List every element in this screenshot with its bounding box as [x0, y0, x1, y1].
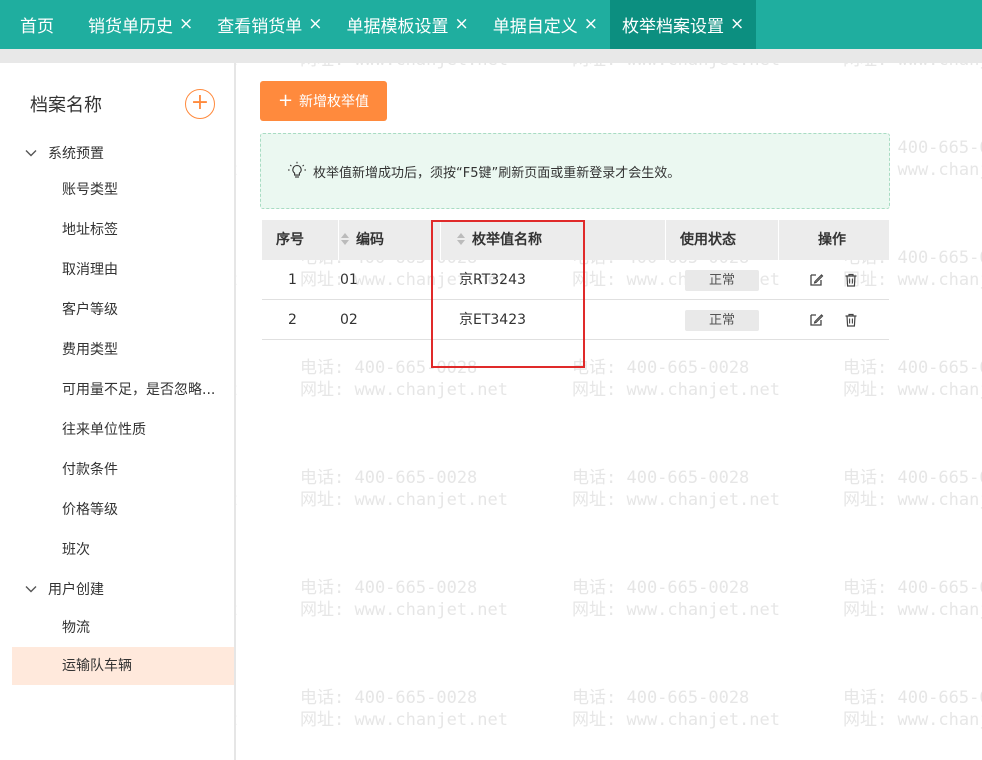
sidebar-item-customer-level[interactable]: 客户等级 [12, 291, 234, 329]
watermark-phone: 电话: 400-665-0028 [572, 358, 750, 378]
sort-icon[interactable] [340, 232, 350, 246]
watermark-site: 网址: www.chanjet.net [843, 490, 982, 510]
edit-icon[interactable] [808, 312, 824, 328]
watermark-site: 网址: www.chanjet.net [572, 490, 780, 510]
info-notice: 枚举值新增成功后，须按“F5键”刷新页面或重新登录才会生效。 [260, 133, 890, 209]
sidebar-item-address-tag[interactable]: 地址标签 [12, 211, 234, 249]
watermark-phone: 电话: 400-665-0028 [843, 358, 982, 378]
tab-label: 单据自定义 [492, 17, 578, 37]
status-badge: 正常 [685, 310, 759, 331]
sidebar-item-cancel-reason[interactable]: 取消理由 [12, 251, 234, 289]
close-icon[interactable]: × [584, 16, 598, 33]
sidebar-item-logistics[interactable]: 物流 [12, 609, 234, 647]
watermark-site: 网址: www.chanjet.net [843, 710, 982, 730]
tab-template-settings[interactable]: 单据模板设置 × [335, 0, 481, 49]
delete-icon[interactable] [843, 272, 859, 288]
tab-view-sales-order[interactable]: 查看销货单 × [205, 0, 334, 49]
cell-code: 01 [340, 272, 358, 288]
tab-enum-archive-settings[interactable]: 枚举档案设置 × [610, 0, 757, 49]
sidebar-item-account-type[interactable]: 账号类型 [12, 171, 234, 209]
tab-bar-shadow [0, 49, 982, 63]
group-label: 用户创建 [48, 582, 104, 598]
archive-sidebar: 档案名称 + 系统预置 账号类型 地址标签 取消理由 客户等级 费用类型 可用量… [12, 63, 234, 760]
sidebar-item-payment-terms[interactable]: 付款条件 [12, 451, 234, 489]
watermark-phone: 电话: 400-665-0028 [843, 578, 982, 598]
add-archive-button[interactable]: + [185, 89, 215, 119]
tab-document-custom[interactable]: 单据自定义 × [481, 0, 610, 49]
cell-index: 2 [288, 312, 297, 328]
notice-text: 枚举值新增成功后，须按“F5键”刷新页面或重新登录才会生效。 [313, 165, 681, 181]
group-system-preset[interactable]: 系统预置 [24, 143, 104, 163]
watermark-site: 网址: www.chanjet.net [300, 380, 508, 400]
col-code[interactable]: 编码 [340, 220, 384, 260]
lightbulb-icon [288, 161, 306, 178]
column-divider [778, 220, 779, 260]
add-enum-value-label: 新增枚举值 [299, 94, 370, 110]
add-enum-value-button[interactable]: + 新增枚举值 [260, 81, 387, 121]
watermark-site: 网址: www.chanjet.net [843, 380, 982, 400]
sidebar-title: 档案名称 [30, 95, 102, 116]
chevron-down-icon [25, 586, 37, 593]
watermark-phone: 电话: 400-665-0028 [300, 578, 478, 598]
watermark-site: 网址: www.chanjet.net [572, 600, 780, 620]
tab-label: 单据模板设置 [346, 17, 449, 37]
col-code-label: 编码 [356, 232, 384, 248]
group-label: 系统预置 [48, 146, 104, 162]
col-index: 序号 [276, 232, 304, 248]
tab-label: 销货单历史 [88, 17, 173, 37]
column-divider [338, 220, 339, 260]
watermark-site: 网址: www.chanjet.net [300, 600, 508, 620]
watermark-site: 网址: www.chanjet.net [300, 490, 508, 510]
tab-label: 枚举档案设置 [622, 17, 724, 37]
close-icon[interactable]: × [179, 16, 193, 33]
group-user-created[interactable]: 用户创建 [24, 579, 104, 599]
watermark-phone: 电话: 400-665-0028 [572, 688, 750, 708]
sidebar-item-expense-type[interactable]: 费用类型 [12, 331, 234, 369]
watermark-phone: 电话: 400-665-0028 [300, 468, 478, 488]
tab-bar: 首页 销货单历史 × 查看销货单 × 单据模板设置 × 单据自定义 × 枚举档案设置 × [0, 0, 982, 49]
tab-home[interactable]: 首页 [0, 0, 76, 49]
col-actions: 操作 [818, 232, 846, 248]
col-status: 使用状态 [680, 232, 736, 248]
sidebar-divider [234, 63, 236, 760]
sidebar-item-fleet-vehicles[interactable]: 运输队车辆 [12, 647, 234, 685]
watermark-phone: 电话: 400-665-0028 [300, 688, 478, 708]
close-icon[interactable]: × [455, 16, 469, 33]
tab-label: 查看销货单 [217, 17, 303, 37]
watermark-phone: 电话: 400-665-0028 [843, 688, 982, 708]
plus-icon: + [277, 90, 294, 111]
watermark-phone: 电话: 400-665-0028 [572, 468, 750, 488]
chevron-down-icon [25, 150, 37, 157]
watermark-site: 网址: www.chanjet.net [572, 380, 780, 400]
watermark-phone: 电话: 400-665-0028 [572, 578, 750, 598]
highlight-box [431, 220, 585, 368]
cell-code: 02 [340, 312, 358, 328]
tab-sales-history[interactable]: 销货单历史 × [76, 0, 205, 49]
watermark-phone: 电话: 400-665-0028 [843, 468, 982, 488]
watermark-site: 网址: www.chanjet.net [572, 710, 780, 730]
close-icon[interactable]: × [308, 16, 322, 33]
close-icon[interactable]: × [730, 16, 744, 33]
watermark-site: 网址: www.chanjet.net [300, 710, 508, 730]
column-divider [665, 220, 666, 260]
cell-index: 1 [288, 272, 297, 288]
sidebar-item-shift[interactable]: 班次 [12, 531, 234, 569]
sidebar-item-price-level[interactable]: 价格等级 [12, 491, 234, 529]
tab-label: 首页 [20, 17, 54, 37]
watermark-site: 网址: www.chanjet.net [843, 600, 982, 620]
delete-icon[interactable] [843, 312, 859, 328]
edit-icon[interactable] [808, 272, 824, 288]
sidebar-item-partner-nature[interactable]: 往来单位性质 [12, 411, 234, 449]
sidebar-item-insufficient-qty[interactable]: 可用量不足，是否忽略... [12, 371, 234, 409]
status-badge: 正常 [685, 270, 759, 291]
